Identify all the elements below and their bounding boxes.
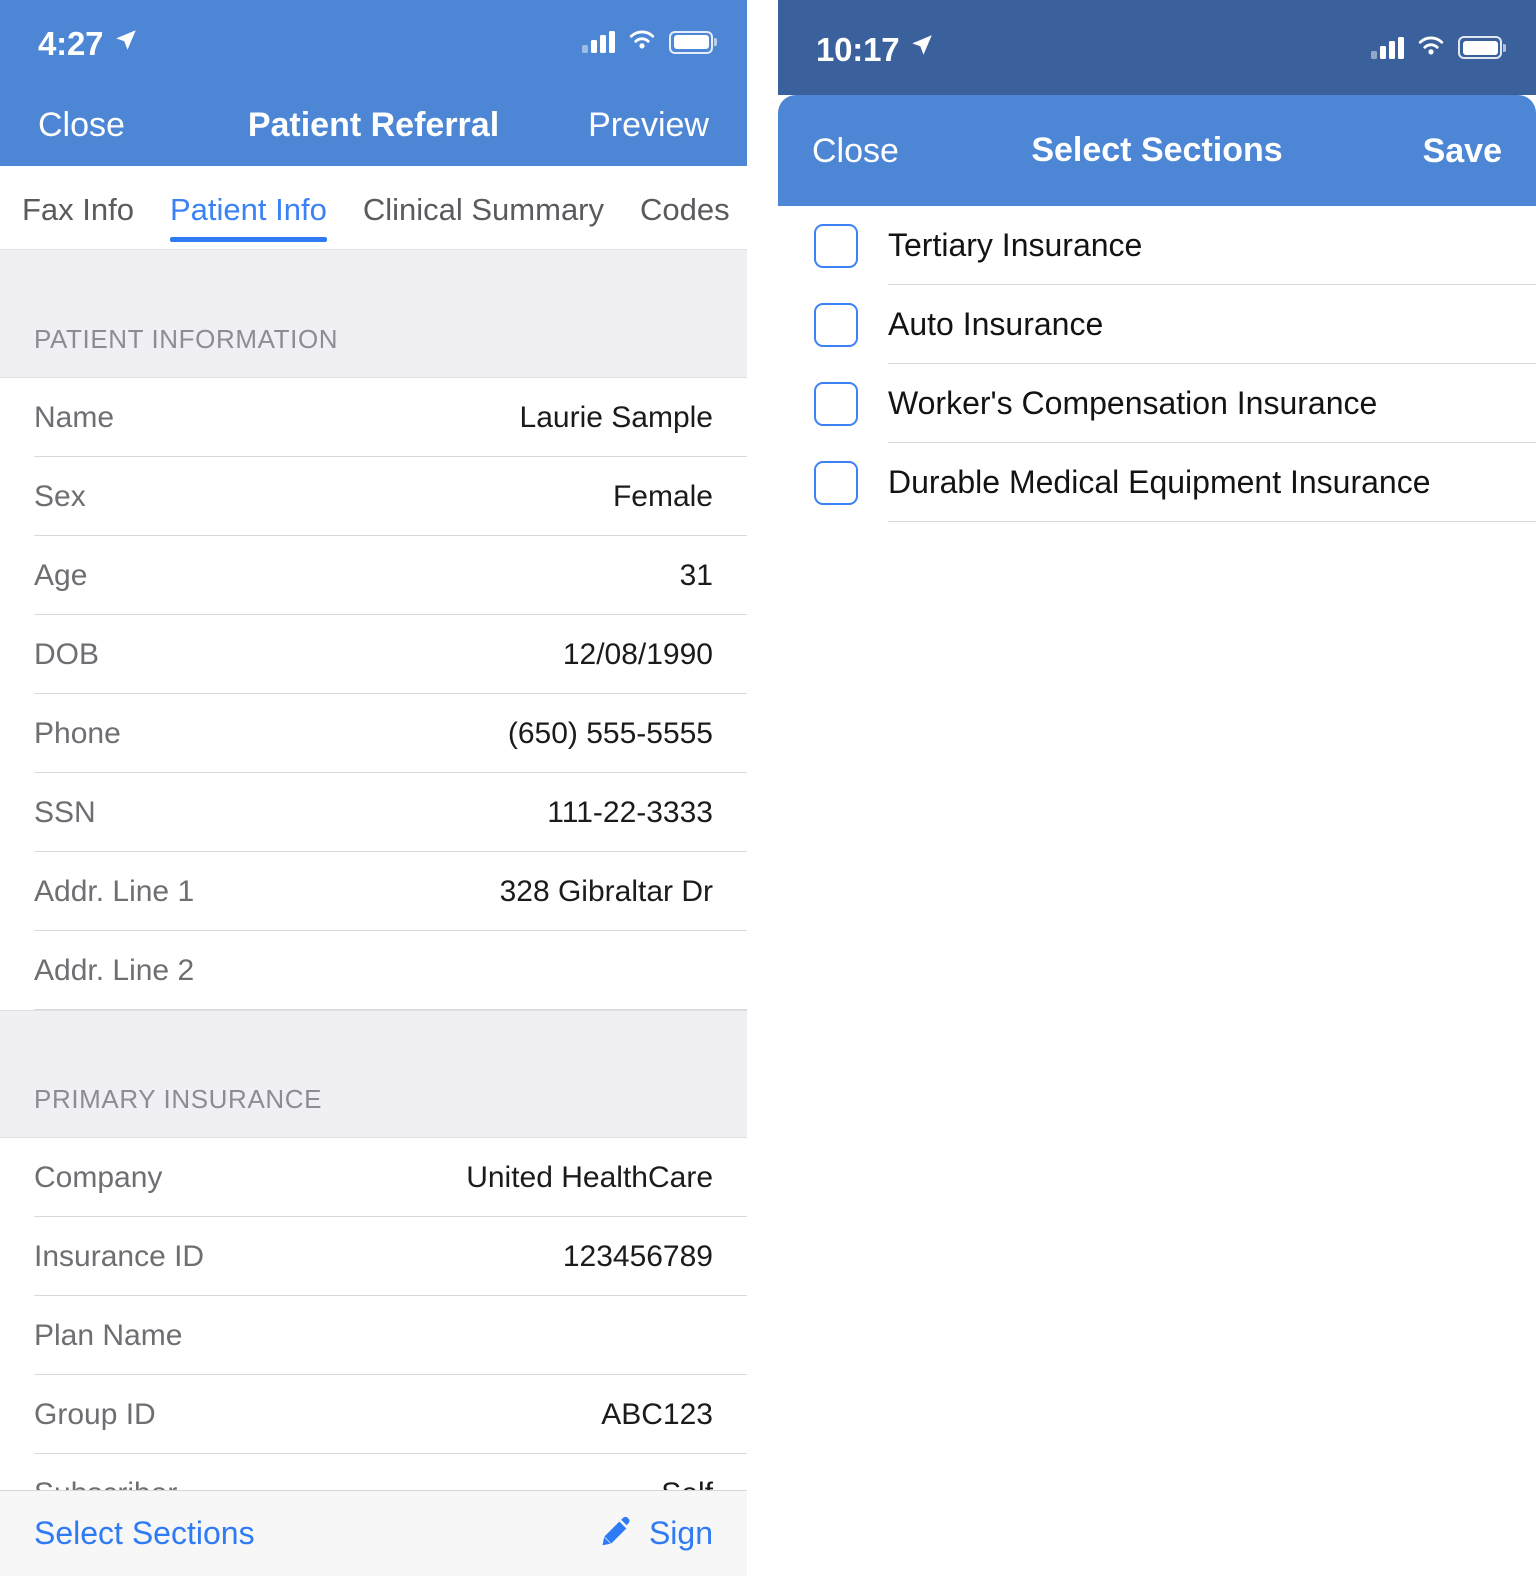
left-status-bar: 4:27 (0, 0, 747, 84)
field-value: (650) 555-5555 (507, 716, 713, 750)
preview-button[interactable]: Preview (588, 108, 709, 142)
wifi-icon (1416, 34, 1446, 62)
location-arrow-icon (113, 27, 139, 58)
field-label: Addr. Line 2 (34, 953, 195, 987)
cellular-signal-icon (582, 31, 615, 53)
field-label: DOB (34, 637, 100, 671)
field-label: Company (34, 1160, 163, 1194)
list-item-label: Durable Medical Equipment Insurance (888, 464, 1431, 500)
field-row-group-id[interactable]: Group ID ABC123 (0, 1375, 747, 1454)
tab-clinical-summary[interactable]: Clinical Summary (363, 166, 604, 249)
dual-phone-screenshot: 4:27 Close Patient Referral Preview Fax … (0, 0, 1536, 1576)
field-label: Sex (34, 479, 86, 513)
modal-close-button[interactable]: Close (812, 134, 899, 168)
list-item-label: Tertiary Insurance (888, 227, 1143, 263)
field-value: ABC123 (601, 1397, 713, 1431)
list-item-durable-medical-equipment-insurance[interactable]: Durable Medical Equipment Insurance (778, 443, 1536, 522)
field-label: Plan Name (34, 1318, 183, 1352)
modal-nav-bar: Close Select Sections Save (778, 95, 1536, 206)
right-status-bar: 10:17 (778, 0, 1536, 95)
checkbox-icon[interactable] (814, 381, 858, 426)
field-row-dob[interactable]: DOB 12/08/1990 (0, 615, 747, 694)
checkbox-icon[interactable] (814, 460, 858, 505)
status-bar-left-group: 10:17 (816, 30, 935, 66)
field-value: United HealthCare (466, 1160, 713, 1194)
list-item-auto-insurance[interactable]: Auto Insurance (778, 285, 1536, 364)
field-value: 123456789 (562, 1239, 713, 1273)
right-phone-screen: 10:17 Close Select Sections Save Tertiar… (778, 0, 1536, 1576)
checkbox-icon[interactable] (814, 223, 858, 268)
status-bar-left-group: 4:27 (38, 24, 139, 60)
field-row-name[interactable]: Name Laurie Sample (0, 378, 747, 457)
section-header-label: PRIMARY INSURANCE (34, 1084, 323, 1114)
field-label: SSN (34, 795, 96, 829)
tab-bar[interactable]: Fax Info Patient Info Clinical Summary C… (0, 166, 747, 250)
select-sections-modal-header: Close Select Sections Save (778, 95, 1536, 206)
left-nav-bar: Close Patient Referral Preview (0, 84, 747, 166)
battery-icon (669, 30, 713, 54)
list-item-label: Worker's Compensation Insurance (888, 385, 1378, 421)
field-row-addr-line-2[interactable]: Addr. Line 2 (0, 931, 747, 1010)
section-header-label: PATIENT INFORMATION (34, 324, 339, 354)
field-label: Addr. Line 1 (34, 874, 195, 908)
cellular-signal-icon (1371, 36, 1404, 59)
sections-checkbox-list: Tertiary Insurance Auto Insurance Worker… (778, 206, 1536, 1564)
field-value: 12/08/1990 (562, 637, 713, 671)
patient-info-form: PATIENT INFORMATION Name Laurie Sample S… (0, 250, 747, 1576)
field-label: Age (34, 558, 88, 592)
field-row-addr-line-1[interactable]: Addr. Line 1 328 Gibraltar Dr (0, 852, 747, 931)
field-row-company[interactable]: Company United HealthCare (0, 1138, 747, 1217)
field-value: Female (612, 479, 713, 513)
field-row-sex[interactable]: Sex Female (0, 457, 747, 536)
field-row-insurance-id[interactable]: Insurance ID 123456789 (0, 1217, 747, 1296)
select-sections-button[interactable]: Select Sections (34, 1515, 255, 1552)
field-label: Group ID (34, 1397, 156, 1431)
tab-patient-info[interactable]: Patient Info (170, 166, 327, 249)
status-bar-right-group (582, 28, 713, 56)
field-value: 111-22-3333 (547, 795, 713, 829)
sign-label: Sign (648, 1515, 713, 1551)
status-time: 4:27 (38, 25, 104, 62)
left-phone-screen: 4:27 Close Patient Referral Preview Fax … (0, 0, 747, 1576)
field-row-age[interactable]: Age 31 (0, 536, 747, 615)
list-item-tertiary-insurance[interactable]: Tertiary Insurance (778, 206, 1536, 285)
tab-codes[interactable]: Codes (640, 166, 730, 249)
bottom-toolbar: Select Sections Sign (0, 1490, 747, 1576)
list-item-label: Auto Insurance (888, 306, 1104, 342)
sign-button[interactable]: Sign (599, 1513, 713, 1554)
field-label: Name (34, 400, 115, 434)
field-label: Phone (34, 716, 121, 750)
field-label: Insurance ID (34, 1239, 205, 1273)
battery-icon (1458, 36, 1502, 59)
field-row-ssn[interactable]: SSN 111-22-3333 (0, 773, 747, 852)
field-row-phone[interactable]: Phone (650) 555-5555 (0, 694, 747, 773)
section-header-patient-information: PATIENT INFORMATION (0, 250, 747, 378)
field-value: 31 (679, 558, 713, 592)
status-bar-right-group (1371, 34, 1502, 62)
close-button[interactable]: Close (38, 108, 125, 142)
wifi-icon (627, 28, 657, 56)
field-value: Laurie Sample (519, 400, 713, 434)
pen-icon (599, 1513, 635, 1554)
location-arrow-icon (909, 32, 935, 63)
field-value: 328 Gibraltar Dr (499, 874, 713, 908)
tab-fax-info[interactable]: Fax Info (22, 166, 134, 249)
field-row-plan-name[interactable]: Plan Name (0, 1296, 747, 1375)
section-header-primary-insurance: PRIMARY INSURANCE (0, 1010, 747, 1138)
save-button[interactable]: Save (1423, 134, 1502, 168)
checkbox-icon[interactable] (814, 302, 858, 347)
list-item-workers-compensation-insurance[interactable]: Worker's Compensation Insurance (778, 364, 1536, 443)
status-time: 10:17 (816, 30, 900, 68)
